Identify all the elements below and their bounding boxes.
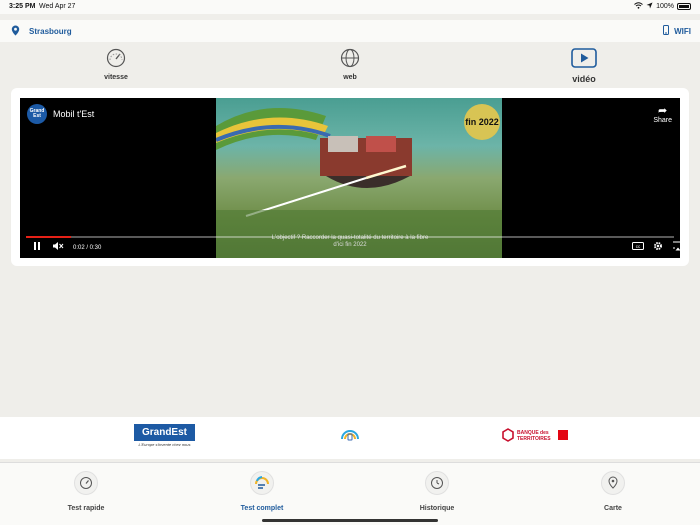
share-button[interactable]: ➦ Share	[653, 105, 672, 125]
battery-icon	[677, 3, 691, 10]
phone-icon	[663, 25, 669, 37]
banque-des-territoires-logo[interactable]: BANQUE des TERRITOIRES	[502, 428, 568, 444]
mode-tabs: vitesse web vidéo	[0, 48, 700, 86]
play-icon	[571, 48, 597, 72]
mobil-test-logo[interactable]	[338, 425, 362, 449]
location-arrow-icon	[646, 2, 653, 11]
globe-icon	[340, 48, 360, 72]
pause-icon	[34, 242, 40, 250]
battery-percent: 100%	[656, 3, 674, 10]
status-time: 3:25 PM	[9, 3, 36, 10]
time-readout: 0:02 / 0:30	[73, 245, 102, 251]
year-badge: fin 2022	[464, 104, 500, 140]
video-player[interactable]: fin 2022 Grand Est Mobil t'Est ➦ Share L…	[20, 98, 680, 258]
home-indicator[interactable]	[262, 519, 438, 522]
tab-label: web	[343, 74, 357, 81]
settings-button[interactable]	[653, 241, 663, 254]
captions-button[interactable]: cc	[632, 241, 644, 254]
partners-strip: GrandEst L'Europe s'invente chez nous BA…	[0, 417, 700, 459]
muted-speaker-icon	[53, 242, 64, 250]
wifi-icon	[634, 2, 643, 11]
nav-test-rapide[interactable]: Test rapide	[36, 471, 136, 512]
nav-test-complet[interactable]: Test complet	[212, 471, 312, 512]
nav-label: Test rapide	[67, 505, 105, 512]
progress-fill	[26, 236, 72, 238]
share-label: Share	[653, 117, 672, 124]
location-city[interactable]: Strasbourg	[29, 27, 72, 36]
tab-label: vitesse	[104, 74, 128, 81]
network-type: WIFI	[674, 27, 691, 36]
video-frame: fin 2022	[216, 98, 502, 258]
tab-vitesse[interactable]: vitesse	[76, 48, 156, 81]
complete-test-icon	[250, 471, 274, 495]
location-bar: Strasbourg WIFI	[0, 20, 700, 42]
mobil-test-emblem	[341, 430, 359, 441]
video-title[interactable]: Mobil t'Est	[53, 109, 94, 119]
airplay-icon	[673, 241, 680, 251]
video-frame-illustration	[216, 108, 502, 258]
clock-icon	[425, 471, 449, 495]
map-pin-icon	[601, 471, 625, 495]
mute-button[interactable]	[52, 241, 64, 254]
tab-web[interactable]: web	[310, 48, 390, 81]
tab-video[interactable]: vidéo	[544, 48, 624, 84]
nav-label: Historique	[419, 505, 455, 512]
tab-label: vidéo	[572, 74, 596, 84]
bottom-nav: Test rapide Test complet Historique Cart…	[0, 462, 700, 525]
nav-carte[interactable]: Carte	[563, 471, 663, 512]
pause-button[interactable]	[32, 241, 42, 254]
status-date: Wed Apr 27	[39, 3, 76, 10]
speedometer-icon	[106, 48, 126, 72]
nav-label: Test complet	[240, 505, 284, 512]
nav-historique[interactable]: Historique	[387, 471, 487, 512]
grand-est-logo[interactable]: GrandEst L'Europe s'invente chez nous	[134, 424, 195, 450]
status-icons: 100%	[634, 2, 691, 11]
gear-icon	[654, 242, 662, 250]
banque-hexagon-icon	[502, 428, 514, 442]
captions-icon: cc	[632, 242, 644, 250]
status-bar: 3:25 PM Wed Apr 27 100%	[0, 0, 700, 14]
svg-text:cc: cc	[636, 244, 641, 249]
airplay-button[interactable]	[672, 241, 680, 254]
nav-label: Carte	[604, 505, 622, 512]
share-icon: ➦	[658, 105, 668, 117]
progress-bar[interactable]	[26, 236, 674, 238]
speedometer-icon	[74, 471, 98, 495]
map-pin-icon	[11, 25, 20, 38]
video-card: fin 2022 Grand Est Mobil t'Est ➦ Share L…	[11, 88, 689, 266]
channel-logo[interactable]: Grand Est	[27, 104, 47, 124]
cdc-mark	[558, 430, 568, 440]
